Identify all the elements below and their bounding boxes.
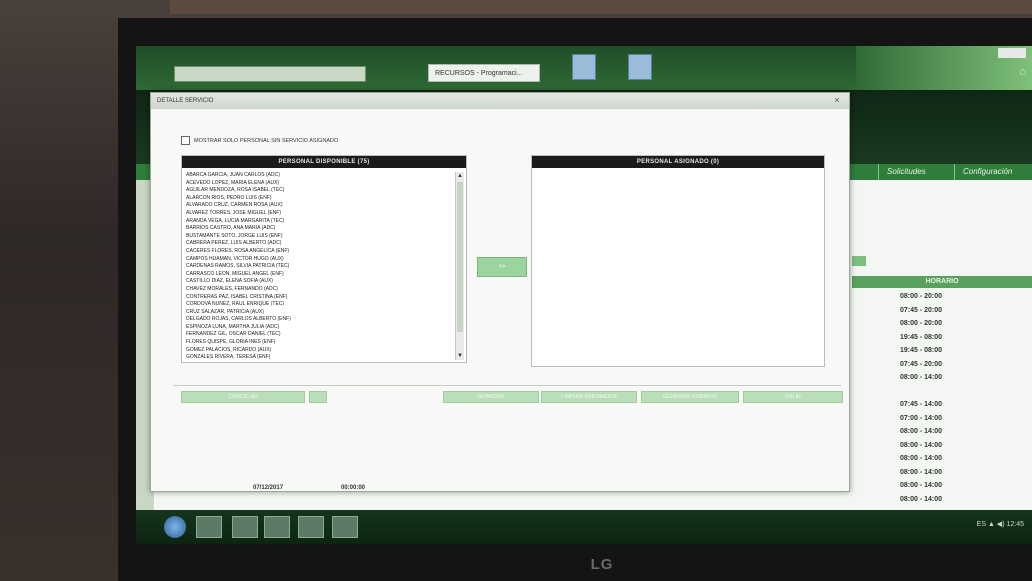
monitor-brand-logo: LG [590, 556, 614, 573]
staff-list-item[interactable]: CASTILLO DIAZ, ELENA SOFIA (AUX) [186, 278, 452, 286]
assign-button[interactable]: >> [477, 257, 527, 277]
assigned-staff-header: PERSONAL ASIGNADO (0) [532, 156, 824, 168]
staff-list-item[interactable]: CONTRERAS PAZ, ISABEL CRISTINA (ENF) [186, 294, 452, 302]
app-icon[interactable] [332, 516, 358, 538]
taskbar-app-icon[interactable] [196, 516, 222, 538]
scroll-up-icon[interactable]: ▲ [456, 172, 464, 180]
screen: RECURSOS - Programaci... ⌂ Solicitudes C… [136, 46, 1032, 544]
address-bar[interactable] [174, 66, 366, 82]
staff-list-item[interactable]: ABARCA GARCIA, JUAN CARLOS (ADC) [186, 172, 452, 180]
checkbox[interactable] [181, 136, 190, 146]
schedule-row: 08:00 - 14:00 [900, 468, 943, 476]
scroll-down-icon[interactable]: ▼ [456, 352, 464, 360]
window-controls[interactable] [998, 48, 1026, 58]
schedule-row [852, 385, 1032, 399]
save-button[interactable]: GUARDAR [443, 391, 539, 403]
staff-list-item[interactable]: CACERES FLORES, ROSA ANGELICA (ENF) [186, 248, 452, 256]
chrome-icon[interactable] [298, 516, 324, 538]
staff-list-item[interactable]: ACEVEDO LOPEZ, MARIA ELENA (AUX) [186, 180, 452, 188]
schedule-row: 08:00 - 14:00 [900, 428, 943, 435]
available-staff-header: PERSONAL DISPONIBLE (75) [182, 156, 466, 168]
filter-checkbox-row[interactable]: MOSTRAR SOLO PERSONAL SIN SERVICIO ASIGN… [181, 136, 338, 146]
dialog-title: DETALLE SERVICIO [151, 93, 849, 109]
folder-icon[interactable] [232, 516, 258, 538]
nav-item-configuracion[interactable]: Configuración [954, 164, 1020, 180]
assign-staff-dialog: DETALLE SERVICIO × MOSTRAR SOLO PERSONAL… [150, 92, 850, 492]
staff-list-item[interactable]: FLORES QUISPE, GLORIA INES (ENF) [186, 339, 452, 347]
staff-list-item[interactable]: BUSTAMANTE SOTO, JORGE LUIS (ENF) [186, 233, 452, 241]
schedule-header: HORARIO [852, 276, 1032, 288]
footer-date: 07/12/2017 [253, 485, 284, 491]
available-staff-panel: PERSONAL DISPONIBLE (75) ABARCA GARCIA, … [181, 155, 467, 363]
generate-schedule-button[interactable]: GENERAR HORARIO [641, 391, 739, 403]
staff-list-item[interactable]: ARANDA VEGA, LUCIA MARGARITA (TEC) [186, 218, 452, 226]
clear-assigned-button[interactable]: LIMPIAR ASIGNADOS [541, 391, 637, 403]
schedule-row: 19:45 - 08:00 [900, 347, 943, 354]
staff-list-item[interactable]: CAMPOS HUAMAN, VICTOR HUGO (AUX) [186, 256, 452, 264]
staff-list-item[interactable]: FERNANDEZ GIL, OSCAR DANIEL (TEC) [186, 331, 452, 339]
staff-list-item[interactable]: CARRASCO LEON, MIGUEL ANGEL (ENF) [186, 271, 452, 279]
staff-list-item[interactable]: ALVAREZ TORRES, JOSE MIGUEL (ENF) [186, 210, 452, 218]
wall-background [170, 0, 1032, 14]
taskbar: ES ▲ ◀) 12:45 [136, 510, 1032, 544]
staff-list-item[interactable]: BARRIOS CASTRO, ANA MARIA (ADC) [186, 225, 452, 233]
schedule-row: 07:45 - 20:00 [900, 306, 943, 314]
schedule-row: 08:00 - 14:00 [900, 495, 943, 503]
status-chip [852, 256, 866, 266]
scrollbar[interactable]: ▲ ▼ [455, 172, 464, 360]
staff-list-item[interactable]: CHAVEZ MORALES, FERNANDO (ADC) [186, 286, 452, 294]
scroll-thumb[interactable] [457, 182, 463, 332]
staff-list-item[interactable]: ALVARADO CRUZ, CARMEN ROSA (AUX) [186, 202, 452, 210]
browser-tab[interactable]: RECURSOS - Programaci... [428, 64, 540, 82]
schedule-row: 08:00 - 20:00 [900, 320, 943, 327]
staff-list-item[interactable]: CRUZ SALAZAR, PATRICIA (AUX) [186, 309, 452, 317]
document-icon[interactable] [572, 54, 596, 80]
schedule-row: 08:00 - 14:00 [900, 441, 943, 449]
staff-list-item[interactable]: DELGADO ROJAS, CARLOS ALBERTO (ENF) [186, 316, 452, 324]
schedule-row: 07:45 - 14:00 [900, 401, 943, 408]
exit-button[interactable]: SALIR [743, 391, 843, 403]
schedule-row: 07:45 - 20:00 [900, 360, 943, 368]
assigned-staff-panel: PERSONAL ASIGNADO (0) [531, 155, 825, 367]
media-icon[interactable] [264, 516, 290, 538]
nav-item-solicitudes[interactable]: Solicitudes [878, 164, 934, 180]
home-icon[interactable]: ⌂ [1019, 66, 1026, 78]
available-staff-list[interactable]: ABARCA GARCIA, JUAN CARLOS (ADC) ACEVEDO … [186, 172, 452, 362]
close-icon[interactable]: × [831, 95, 843, 106]
schedule-row: 08:00 - 14:00 [900, 455, 943, 462]
schedule-row: 08:00 - 14:00 [900, 482, 943, 489]
system-tray[interactable]: ES ▲ ◀) 12:45 [977, 520, 1024, 528]
staff-list-item[interactable]: CARDENAS RAMOS, SILVIA PATRICIA (TEC) [186, 263, 452, 271]
small-button[interactable] [309, 391, 327, 403]
footer-time: 00:00:00 [341, 485, 366, 491]
staff-list-item[interactable]: ALARCON RIOS, PEDRO LUIS (ENF) [186, 195, 452, 203]
document-icon[interactable] [628, 54, 652, 80]
staff-list-item[interactable]: CABRERA PEREZ, LUIS ALBERTO (ADC) [186, 240, 452, 248]
staff-list-item[interactable]: CORDOVA NUÑEZ, RAUL ENRIQUE (TEC) [186, 301, 452, 309]
schedule-row: 08:00 - 14:00 [900, 374, 943, 381]
staff-list-item[interactable]: ESPINOZA LUNA, MARTHA JULIA (ADC) [186, 324, 452, 332]
checkbox-label: MOSTRAR SOLO PERSONAL SIN SERVICIO ASIGN… [194, 138, 339, 144]
divider [173, 385, 841, 386]
cancel-button[interactable]: CANCELAR [181, 391, 305, 403]
start-button-icon[interactable] [164, 516, 186, 538]
staff-list-item[interactable]: AGUILAR MENDOZA, ROSA ISABEL (TEC) [186, 187, 452, 195]
staff-list-item[interactable]: GOMEZ PALACIOS, RICARDO (AUX) [186, 347, 452, 355]
browser-toolbar: RECURSOS - Programaci... ⌂ [136, 46, 1032, 90]
schedule-row: 19:45 - 08:00 [900, 333, 943, 341]
schedule-list: 08:00 - 20:00 07:45 - 20:00 08:00 - 20:0… [852, 290, 1032, 506]
schedule-row: 08:00 - 20:00 [900, 293, 943, 300]
schedule-row: 07:00 - 14:00 [900, 414, 943, 422]
staff-list-item[interactable]: GONZALES RIVERA, TERESA (ENF) [186, 354, 452, 362]
